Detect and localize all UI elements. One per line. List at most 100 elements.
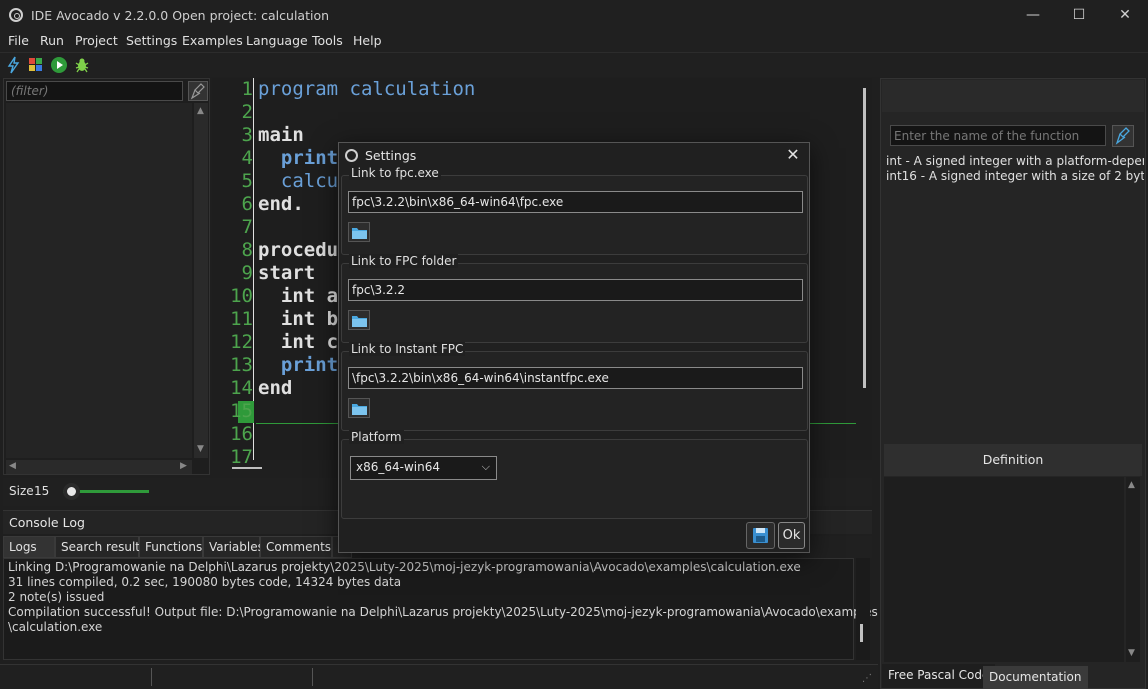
code-line: int a	[258, 285, 339, 307]
line-number: 2	[241, 101, 253, 123]
app-logo-icon	[9, 8, 23, 22]
scroll-up-arrow-icon[interactable]: ▲	[1128, 480, 1135, 490]
tab-search-results[interactable]: Search results	[55, 536, 146, 558]
platform-select[interactable]: x86_64-win64 ⌵	[350, 456, 497, 480]
tree-vertical-scrollbar[interactable]: ▲ ▼	[194, 103, 208, 458]
project-tree-panel: ▲ ▼ ◀ ▶	[3, 78, 210, 475]
fpc-folder-group: Link to FPC folder	[341, 254, 808, 343]
log-line: Compilation successful! Output file: D:\…	[8, 605, 878, 619]
function-search-input[interactable]	[890, 125, 1106, 146]
line-number: 12	[230, 331, 253, 353]
lightning-icon[interactable]	[5, 56, 23, 74]
definition-scrollbar[interactable]: ▲ ▼	[1126, 477, 1140, 662]
tab-logs[interactable]: Logs	[3, 536, 55, 558]
line-number: 8	[241, 239, 253, 261]
fpc-folder-field[interactable]	[348, 279, 803, 301]
line-number: 13	[230, 354, 253, 376]
tab-variables[interactable]: Variables	[203, 536, 264, 558]
line-number: 10	[230, 285, 253, 307]
log-line: \calculation.exe	[8, 620, 103, 634]
line-number: 17	[230, 446, 253, 468]
title-bar: IDE Avocado v 2.2.0.0 Open project: calc…	[0, 0, 1148, 31]
close-window-button[interactable]: ✕	[1102, 0, 1148, 31]
function-help-panel: int - A signed integer with a platform-d…	[880, 78, 1146, 689]
function-item-int[interactable]: int - A signed integer with a platform-d…	[886, 154, 1144, 168]
scroll-left-arrow-icon[interactable]: ◀	[9, 461, 16, 471]
fpc-exe-label: Link to fpc.exe	[349, 166, 441, 180]
maximize-button[interactable]: ☐	[1056, 0, 1102, 31]
line-number: 6	[241, 193, 253, 215]
log-line: 31 lines compiled, 0.2 sec, 190080 bytes…	[8, 575, 402, 589]
editor-horizontal-scroll-thumb[interactable]	[232, 467, 262, 469]
tree-horizontal-scrollbar[interactable]: ◀ ▶	[6, 460, 192, 474]
dialog-logo-icon	[345, 149, 358, 162]
log-line: 2 note(s) issued	[8, 590, 105, 604]
console-scroll-thumb[interactable]	[860, 624, 863, 642]
size-slider-handle[interactable]	[63, 483, 80, 500]
editor-scroll-thumb[interactable]	[863, 88, 866, 388]
code-line: calcu	[258, 170, 339, 192]
fpc-exe-field[interactable]	[348, 191, 803, 213]
function-item-int16[interactable]: int16 - A signed integer with a size of …	[886, 169, 1144, 183]
code-line: end.	[258, 193, 304, 215]
menu-run[interactable]: Run	[40, 33, 64, 48]
clear-function-brush-icon[interactable]	[1112, 125, 1134, 147]
console-log-output[interactable]: Linking D:\Programowanie na Delphi\Lazar…	[3, 558, 878, 660]
settings-dialog: Settings ✕ Link to fpc.exe Link to FPC f…	[338, 142, 810, 553]
run-icon[interactable]	[50, 56, 68, 74]
browse-fpc-folder-icon[interactable]	[348, 310, 370, 330]
code-line: start	[258, 262, 316, 284]
window-title: IDE Avocado v 2.2.0.0 Open project: calc…	[31, 8, 330, 23]
dialog-close-button[interactable]: ✕	[782, 144, 804, 166]
code-line: main	[258, 124, 304, 146]
console-vertical-scrollbar[interactable]	[856, 558, 870, 660]
code-line: int c	[258, 331, 339, 353]
puzzle-icon[interactable]	[27, 56, 45, 74]
debug-bug-icon[interactable]	[73, 56, 91, 74]
line-number: 9	[241, 262, 253, 284]
toolbar	[0, 52, 1148, 77]
instant-fpc-field[interactable]	[348, 367, 803, 389]
instant-fpc-label: Link to Instant FPC	[349, 342, 466, 356]
browse-instant-fpc-folder-icon[interactable]	[348, 398, 370, 418]
editor-vertical-scrollbar[interactable]	[859, 80, 871, 458]
clear-filter-brush-icon[interactable]	[188, 81, 208, 101]
tab-functions[interactable]: Functions	[139, 536, 203, 558]
resize-grip-icon[interactable]: ⋰	[862, 673, 872, 684]
filter-input[interactable]	[6, 81, 183, 101]
line-number: 16	[230, 423, 253, 445]
tab-comments[interactable]: Comments	[260, 536, 332, 558]
definition-header: Definition	[884, 444, 1142, 476]
line-number: 4	[241, 147, 253, 169]
minimize-button[interactable]: —	[1010, 0, 1056, 31]
code-line: print	[258, 147, 339, 169]
line-number: 3	[241, 124, 253, 146]
menu-tools[interactable]: Tools	[312, 33, 343, 48]
chevron-down-icon: ⌵	[481, 460, 490, 473]
right-panel-header	[882, 80, 1144, 112]
dialog-title: Settings	[365, 148, 417, 163]
definition-content[interactable]	[884, 477, 1124, 662]
tab-free-pascal-code[interactable]: Free Pascal Code	[882, 664, 996, 688]
console-title: Console Log	[9, 515, 85, 530]
menu-help[interactable]: Help	[353, 33, 382, 48]
menu-examples[interactable]: Examples	[182, 33, 243, 48]
menu-project[interactable]: Project	[75, 33, 118, 48]
menu-settings[interactable]: Settings	[126, 33, 177, 48]
menu-file[interactable]: File	[8, 33, 29, 48]
scroll-right-arrow-icon[interactable]: ▶	[180, 461, 187, 471]
code-line: int b	[258, 308, 339, 330]
platform-label: Platform	[349, 430, 404, 444]
menu-language[interactable]: Language	[246, 33, 308, 48]
tab-documentation[interactable]: Documentation	[983, 666, 1088, 689]
scroll-down-arrow-icon[interactable]: ▼	[1128, 648, 1135, 658]
scroll-down-arrow-icon[interactable]: ▼	[197, 444, 204, 454]
instant-fpc-group: Link to Instant FPC	[341, 342, 808, 431]
code-line: procedu	[258, 239, 339, 261]
code-line: program calculation	[258, 78, 476, 100]
scroll-up-arrow-icon[interactable]: ▲	[197, 106, 204, 116]
save-button[interactable]	[746, 522, 775, 549]
browse-fpc-exe-folder-icon[interactable]	[348, 222, 370, 242]
ok-button[interactable]: Ok	[778, 522, 805, 549]
project-tree[interactable]	[6, 103, 192, 458]
